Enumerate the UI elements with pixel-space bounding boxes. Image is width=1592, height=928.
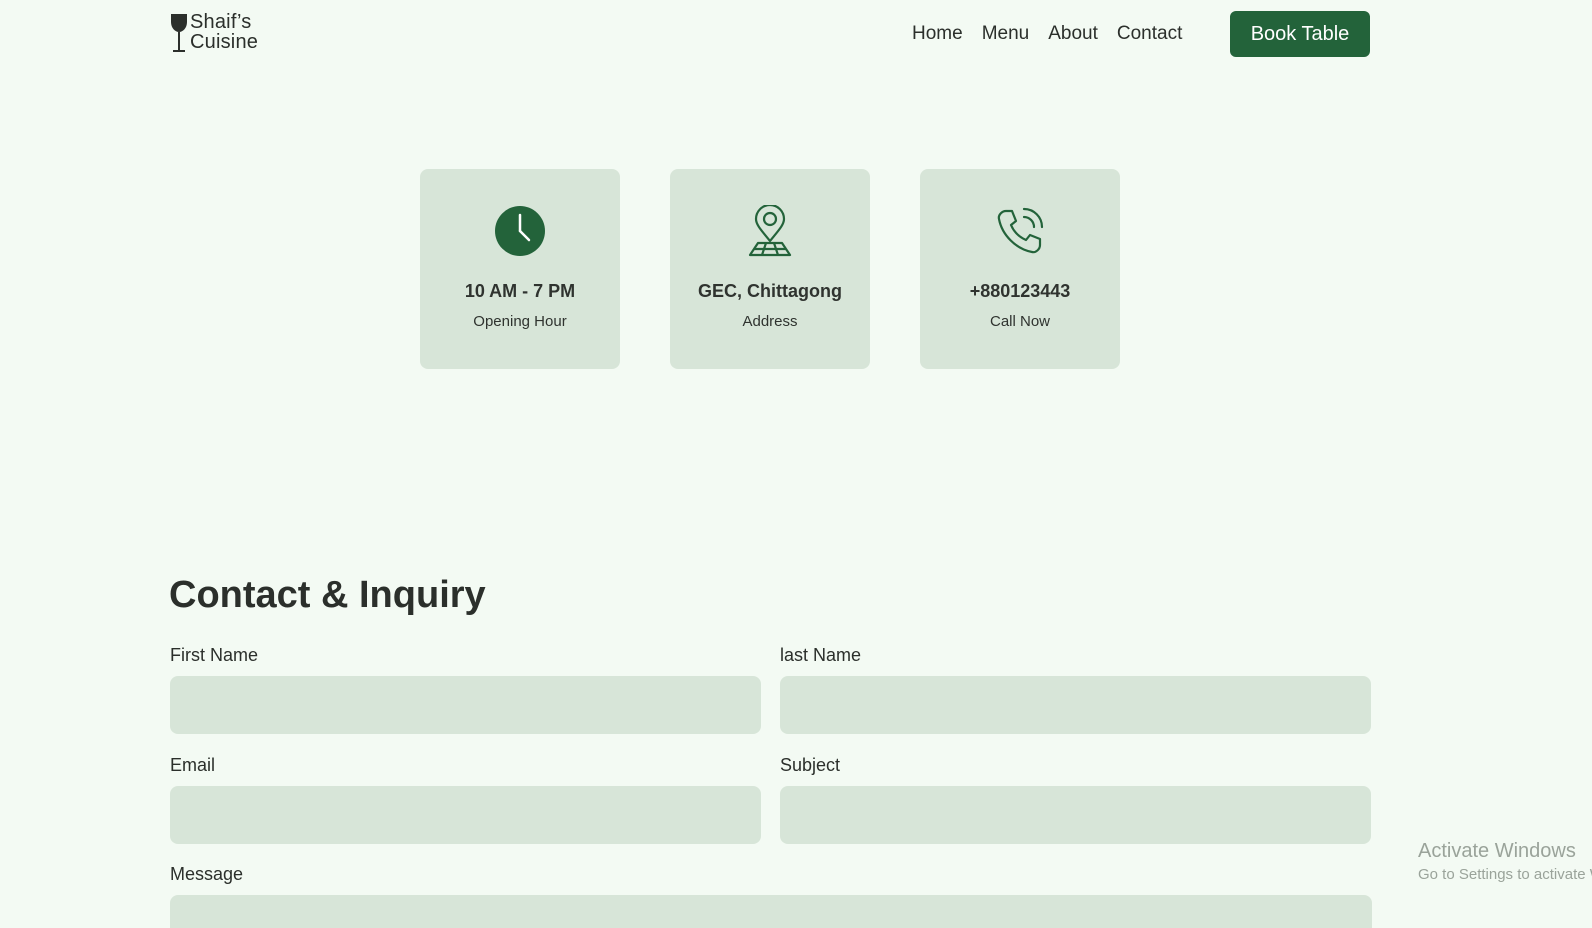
activate-windows-subtitle: Go to Settings to activate Windows. [1418,866,1592,883]
nav-item-contact[interactable]: Contact [1117,22,1182,46]
brand-name: Shaif’s Cuisine [190,12,258,52]
subject-label: Subject [780,755,841,775]
book-table-button[interactable]: Book Table [1230,11,1370,57]
info-card-phone[interactable]: +880123443 Call Now [920,169,1120,369]
message-label: Message [170,864,244,884]
nav-item-menu[interactable]: Menu [982,22,1030,46]
info-card-address: GEC, Chittagong Address [670,169,870,369]
subject-input[interactable] [780,786,1371,844]
wine-glass-icon [171,14,187,52]
site-header: Shaif’s Cuisine Home Menu About Contact … [0,0,1592,70]
last-name-label: last Name [780,645,862,665]
phone-icon [997,207,1044,254]
first-name-input[interactable] [170,676,761,734]
last-name-input[interactable] [780,676,1371,734]
address-value: GEC, Chittagong [698,281,842,301]
nav-item-home[interactable]: Home [912,22,963,46]
activate-windows-title: Activate Windows [1418,840,1576,862]
main-nav: Home Menu About Contact [912,22,1201,46]
first-name-label: First Name [170,645,259,665]
email-label: Email [170,755,216,775]
phone-label: Call Now [989,313,1050,330]
opening-hours-label: Opening Hour [473,313,567,330]
email-input[interactable] [170,786,761,844]
address-label: Address [742,313,798,330]
page: Shaif’s Cuisine Home Menu About Contact … [0,0,1592,928]
opening-hours-value: 10 AM - 7 PM [464,281,576,301]
phone-value: +880123443 [969,281,1071,301]
brand-name-line2: Cuisine [190,31,259,53]
clock-icon [495,206,545,256]
nav-item-about[interactable]: About [1048,22,1098,46]
brand-name-line1: Shaif’s [190,11,252,33]
brand-logo[interactable]: Shaif’s Cuisine [169,12,258,54]
message-textarea[interactable] [170,895,1372,928]
info-card-hours: 10 AM - 7 PM Opening Hour [420,169,620,369]
map-pin-icon [748,205,792,257]
contact-form-title: Contact & Inquiry [169,574,486,616]
